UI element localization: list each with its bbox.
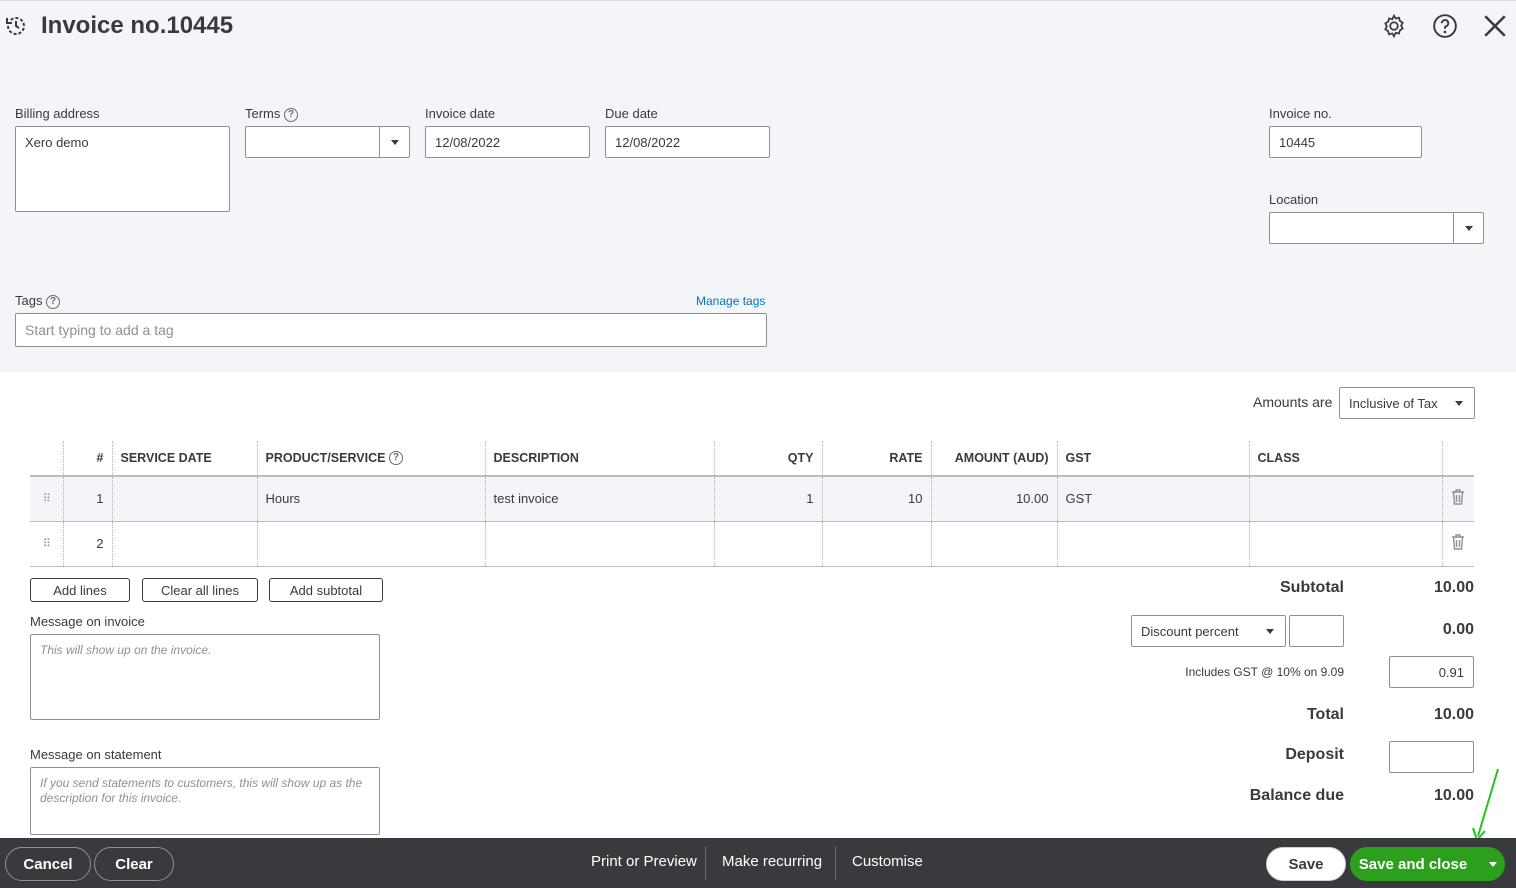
clear-all-lines-button[interactable]: Clear all lines [142,578,258,602]
col-header: PRODUCT/SERVICE ? [256,441,485,477]
drag-handle-icon[interactable]: ⠿ [30,521,63,567]
col-header: DESCRIPTION [484,441,714,477]
gst-value-field[interactable]: 0.91 [1389,656,1474,688]
save-and-close-button[interactable]: Save and close [1350,847,1476,881]
trash-icon[interactable] [1441,521,1474,567]
col-header: CLASS [1248,441,1442,477]
chevron-down-icon[interactable] [1489,862,1497,867]
history-icon[interactable] [4,14,28,38]
message-statement-field[interactable]: If you send statements to customers, thi… [30,767,380,835]
total-label: Total [1306,706,1344,723]
col-header: QTY [713,441,822,477]
table-row[interactable]: ⠿ 1 Hours test invoice 1 10 10.00 GST [30,476,1474,522]
deposit-input[interactable] [1389,741,1474,773]
table-header-row: # SERVICE DATE PRODUCT/SERVICE ? DESCRIP… [30,441,1474,477]
subtotal-label: Subtotal [1280,579,1344,596]
amounts-are-label: Amounts are [1253,394,1333,410]
help-icon[interactable]: ? [284,107,299,122]
invoice-no-label: Invoice no. [1269,106,1332,121]
line-items-table: # SERVICE DATE PRODUCT/SERVICE ? DESCRIP… [30,441,1474,567]
customise-button[interactable]: Customise [852,853,923,870]
gear-icon[interactable] [1381,13,1407,39]
invoice-no-field[interactable]: 10445 [1269,126,1422,158]
divider [835,846,836,880]
billing-address-field[interactable]: Xero demo [15,126,230,212]
tags-input[interactable]: Start typing to add a tag [15,313,767,347]
billing-address-label: Billing address [15,106,100,121]
col-header: AMOUNT (AUD) [930,441,1057,477]
message-invoice-field[interactable]: This will show up on the invoice. [30,634,380,720]
chevron-down-icon [1255,616,1285,646]
trash-icon[interactable] [1441,476,1474,522]
amounts-are-select[interactable]: Inclusive of Tax [1339,387,1475,419]
chevron-down-icon [379,127,409,157]
footer-bar: Cancel Clear Print or Preview Make recur… [0,838,1516,888]
arrow-annotation-icon [1472,768,1499,842]
discount-value: 0.00 [1442,621,1474,638]
manage-tags-link[interactable]: Manage tags [696,294,765,308]
message-statement-label: Message on statement [30,747,162,762]
make-recurring-button[interactable]: Make recurring [722,853,822,870]
add-subtotal-button[interactable]: Add subtotal [269,578,383,602]
col-header: GST [1056,441,1249,477]
table-row[interactable]: ⠿ 2 [30,521,1474,567]
col-header: # [62,441,112,477]
help-icon[interactable]: ? [46,294,61,309]
balance-due-value: 10.00 [1433,787,1474,804]
tags-label: Tags ? [15,293,61,309]
col-header: RATE [821,441,931,477]
terms-label: Terms ? [245,106,299,122]
cancel-button[interactable]: Cancel [5,847,91,881]
page-title: Invoice no.10445 [41,12,234,39]
add-lines-button[interactable]: Add lines [30,578,130,602]
balance-due-label: Balance due [1249,787,1344,804]
save-button[interactable]: Save [1266,847,1346,881]
subtotal-value: 10.00 [1433,579,1474,596]
col-header: SERVICE DATE [111,441,257,477]
print-preview-button[interactable]: Print or Preview [591,853,697,870]
drag-handle-icon[interactable]: ⠿ [30,476,63,522]
total-value: 10.00 [1433,706,1474,723]
gst-label: Includes GST @ 10% on 9.09 [1185,665,1344,679]
location-label: Location [1269,192,1319,207]
divider [705,846,706,880]
deposit-label: Deposit [1285,746,1344,763]
close-icon[interactable] [1482,13,1508,39]
invoice-date-field[interactable]: 12/08/2022 [425,126,590,158]
help-icon[interactable] [1432,13,1458,39]
terms-select[interactable] [245,126,410,158]
discount-type-select[interactable]: Discount percent [1131,615,1286,647]
clear-button[interactable]: Clear [94,847,174,881]
invoice-date-label: Invoice date [425,106,496,121]
help-icon[interactable]: ? [388,451,403,466]
message-invoice-label: Message on invoice [30,614,145,629]
discount-input[interactable] [1289,615,1344,647]
chevron-down-icon [1453,213,1483,243]
due-date-label: Due date [605,106,658,121]
chevron-down-icon [1444,388,1474,418]
save-and-close-split-button[interactable]: Save and close [1350,847,1505,881]
location-select[interactable] [1269,212,1484,244]
due-date-field[interactable]: 12/08/2022 [605,126,770,158]
